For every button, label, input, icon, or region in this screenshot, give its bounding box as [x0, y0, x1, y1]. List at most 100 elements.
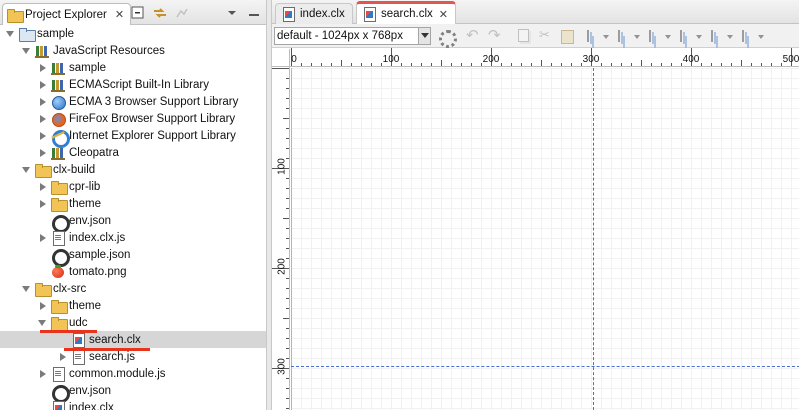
chevron-down-icon[interactable] — [418, 27, 430, 44]
tree-item[interactable]: JavaScript Resources — [0, 42, 266, 59]
collapse-arrow-icon[interactable] — [38, 80, 48, 90]
search-clx-highlight-underline — [64, 348, 150, 351]
folder-icon — [51, 316, 68, 331]
link-with-editor-icon[interactable] — [152, 5, 168, 21]
paste-icon[interactable] — [559, 28, 575, 44]
ruler-tick — [351, 63, 352, 66]
collapse-all-icon[interactable] — [130, 5, 146, 21]
tree-item-label: sample — [69, 61, 107, 74]
tree-item[interactable]: clx-src — [0, 280, 266, 297]
folder-icon — [51, 299, 68, 314]
tree-item[interactable]: theme — [0, 195, 266, 212]
ruler-tick — [286, 388, 289, 389]
tree-item[interactable]: tomato.png — [0, 263, 266, 280]
expand-arrow-icon[interactable] — [6, 29, 16, 39]
tree-item[interactable]: udc — [0, 314, 266, 331]
tree-item[interactable]: search.clx — [0, 331, 266, 348]
ruler-label: 0 — [291, 54, 297, 65]
view-menu-icon[interactable] — [224, 5, 240, 21]
ruler-tick — [641, 60, 642, 66]
expand-arrow-icon[interactable] — [22, 165, 32, 175]
tab-search-clx[interactable]: search.clx ✕ — [356, 1, 456, 24]
collapse-arrow-icon[interactable] — [38, 301, 48, 311]
collapse-arrow-icon[interactable] — [38, 182, 48, 192]
size-match-icon[interactable] — [678, 28, 694, 44]
ruler-tick — [541, 60, 542, 66]
expand-arrow-icon[interactable] — [22, 46, 32, 56]
project-explorer-icon — [7, 8, 24, 23]
tree-item-label: search.js — [89, 350, 136, 363]
firefox-icon — [51, 112, 66, 127]
ruler-tick — [561, 63, 562, 66]
tree-item[interactable]: theme — [0, 297, 266, 314]
ruler-tick — [286, 298, 289, 299]
tree-item[interactable]: FireFox Browser Support Library — [0, 110, 266, 127]
ruler-tick — [361, 63, 362, 66]
collapse-arrow-icon[interactable] — [38, 131, 48, 141]
ruler-tick — [461, 63, 462, 66]
align-top-icon[interactable] — [616, 28, 632, 44]
chevron-down-icon[interactable] — [695, 28, 703, 44]
focus-icon[interactable] — [174, 5, 190, 21]
tree-item[interactable]: ECMA 3 Browser Support Library — [0, 93, 266, 110]
design-canvas[interactable] — [291, 68, 799, 410]
settings-gear-icon[interactable] — [437, 28, 457, 48]
collapse-arrow-icon[interactable] — [58, 352, 68, 362]
chevron-down-icon[interactable] — [602, 28, 610, 44]
tree-item[interactable]: clx-build — [0, 161, 266, 178]
expand-arrow-icon[interactable] — [22, 284, 32, 294]
ruler-label: 100 — [382, 54, 400, 65]
ruler-tick — [341, 60, 342, 66]
collapse-arrow-icon[interactable] — [38, 63, 48, 73]
collapse-arrow-icon[interactable] — [38, 148, 48, 158]
collapse-arrow-icon[interactable] — [38, 97, 48, 107]
expand-arrow-icon[interactable] — [38, 318, 48, 328]
tree-item[interactable]: index.clx — [0, 399, 266, 410]
tree-item[interactable]: sample — [0, 59, 266, 76]
order-icon[interactable] — [740, 28, 756, 44]
vertical-guide-line[interactable] — [593, 68, 594, 410]
horizontal-guide-line[interactable] — [291, 366, 799, 367]
align-left-icon[interactable] — [585, 28, 601, 44]
tree-item[interactable]: Cleopatra — [0, 144, 266, 161]
clx-file-icon — [71, 332, 86, 348]
tree-item[interactable]: ECMAScript Built-In Library — [0, 76, 266, 93]
ruler-tick — [611, 63, 612, 66]
tree-item[interactable]: sample.json — [0, 246, 266, 267]
tab-index-clx[interactable]: index.clx — [275, 3, 353, 24]
ruler-tick — [286, 188, 289, 189]
tree-item[interactable]: env.json — [0, 212, 266, 233]
library-icon — [51, 146, 66, 160]
ruler-label: 300 — [582, 54, 600, 65]
tree-item[interactable]: sample — [0, 25, 266, 42]
minimize-icon[interactable] — [246, 5, 262, 21]
undo-icon[interactable] — [465, 26, 481, 44]
collapse-arrow-icon[interactable] — [38, 233, 48, 243]
chevron-down-icon[interactable] — [757, 28, 765, 44]
redo-icon[interactable] — [487, 26, 503, 44]
chevron-down-icon[interactable] — [664, 28, 672, 44]
tree-item[interactable]: Internet Explorer Support Library — [0, 127, 266, 148]
collapse-arrow-icon[interactable] — [38, 369, 48, 379]
chevron-down-icon[interactable] — [726, 28, 734, 44]
tree-item[interactable]: common.module.js — [0, 365, 266, 382]
tree-item[interactable]: index.clx.js — [0, 229, 266, 246]
layout-icon[interactable] — [709, 28, 725, 44]
tab-project-explorer[interactable]: Project Explorer ✕ — [2, 3, 132, 25]
ruler-tick — [731, 63, 732, 66]
screen-size-select[interactable]: default - 1024px x 768px — [274, 26, 431, 45]
folder-icon — [51, 197, 68, 212]
tree-item[interactable]: env.json — [0, 382, 266, 403]
ruler-tick — [272, 68, 289, 69]
copy-icon[interactable] — [515, 28, 531, 44]
close-icon[interactable]: ✕ — [115, 8, 124, 21]
chevron-down-icon[interactable] — [633, 28, 641, 44]
tree-item[interactable]: cpr-lib — [0, 178, 266, 195]
collapse-arrow-icon[interactable] — [38, 114, 48, 124]
collapse-arrow-icon[interactable] — [38, 199, 48, 209]
ruler-tick — [286, 398, 289, 399]
folder-icon — [35, 282, 52, 297]
cut-icon[interactable] — [537, 27, 553, 44]
close-icon[interactable]: ✕ — [439, 8, 448, 21]
distribute-icon[interactable] — [647, 28, 663, 44]
